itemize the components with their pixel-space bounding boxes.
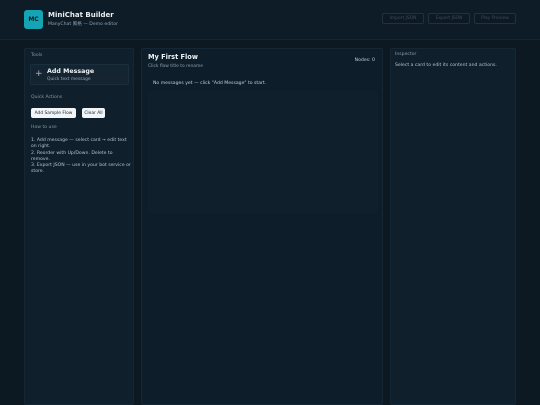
app-header: MC MiniChat Builder ManyChat 風格 — Demo e… xyxy=(0,0,540,40)
tools-label: Tools xyxy=(31,53,43,58)
how-to-label: How to use xyxy=(31,125,57,130)
flow-title-hint: Click flow title to rename xyxy=(148,64,203,69)
clear-all-button[interactable]: Clear All xyxy=(82,108,105,118)
plus-icon: + xyxy=(35,69,43,79)
how-to-step: 1. Add message — select card → edit text… xyxy=(31,138,127,150)
inspector-panel: Inspector Select a card to edit its cont… xyxy=(390,48,516,405)
import-json-button[interactable]: Import JSON xyxy=(382,13,424,24)
inspector-hint: Select a card to edit its content and ac… xyxy=(395,63,497,68)
empty-state-message: No messages yet — click "Add Message" to… xyxy=(153,81,267,86)
how-to-step: 3. Export JSON — use in your bot service… xyxy=(31,163,131,175)
tools-panel: Tools + Add Message Quick text message Q… xyxy=(24,48,134,405)
inspector-title: Inspector xyxy=(395,52,417,57)
how-to-steps: 1. Add message — select card → edit text… xyxy=(31,138,131,176)
quick-actions-label: Quick Actions xyxy=(31,95,63,100)
flow-canvas[interactable] xyxy=(148,91,378,213)
nodes-count: Nodes: 0 xyxy=(354,58,375,63)
add-sample-flow-button[interactable]: Add Sample Flow xyxy=(31,108,76,118)
export-json-button[interactable]: Export JSON xyxy=(428,13,470,24)
how-to-step: 2. Reorder with Up/Down. Delete to remov… xyxy=(31,150,113,162)
flow-canvas-panel: My First Flow Click flow title to rename… xyxy=(141,48,383,405)
app-logo: MC xyxy=(24,10,43,29)
add-message-subtitle: Quick text message xyxy=(47,77,91,82)
flow-title[interactable]: My First Flow xyxy=(148,53,198,61)
add-message-tool[interactable]: + Add Message Quick text message xyxy=(30,64,129,85)
app-title: MiniChat Builder xyxy=(48,11,114,19)
play-preview-button[interactable]: Play Preview xyxy=(474,13,516,24)
add-message-title: Add Message xyxy=(47,68,95,75)
app-subtitle: ManyChat 風格 — Demo editor xyxy=(48,22,118,27)
